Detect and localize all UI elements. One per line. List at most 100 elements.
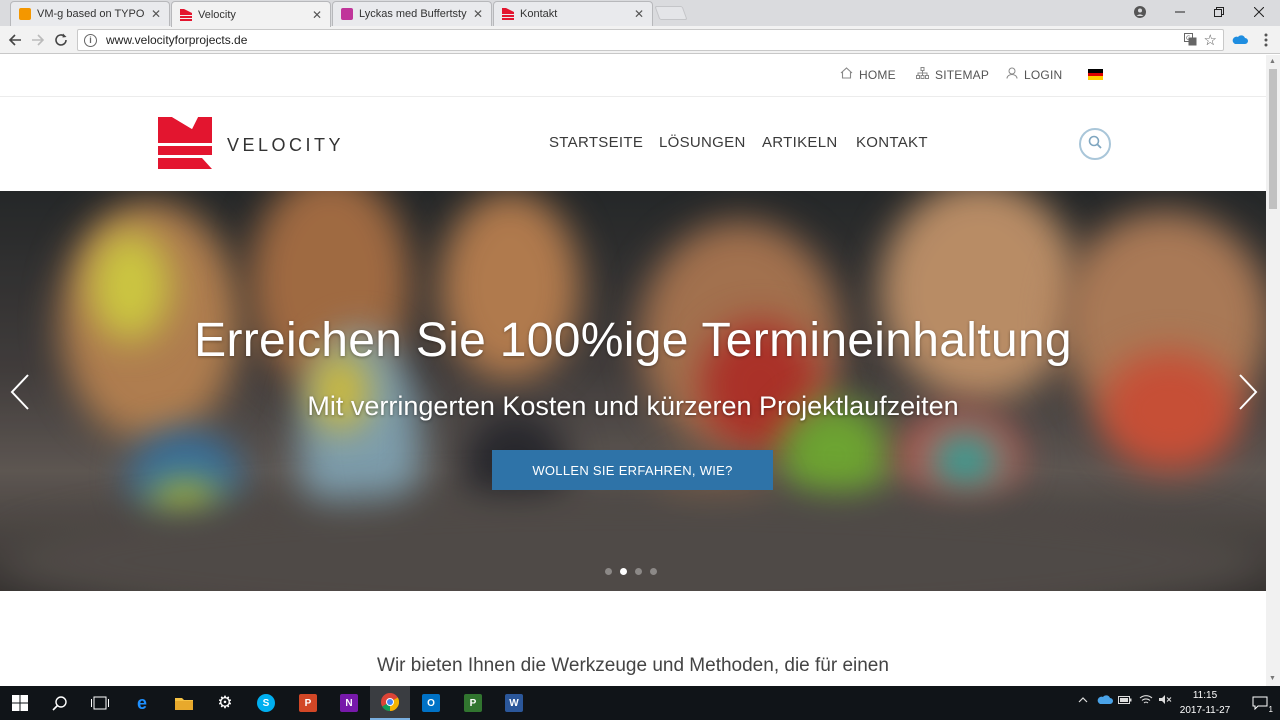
slider-dot[interactable]	[650, 568, 657, 575]
tab-kontakt[interactable]: Kontakt ✕	[493, 1, 653, 26]
tab-title: Kontakt	[520, 8, 558, 20]
tray-chevron-icon[interactable]	[1078, 694, 1088, 708]
site-header: VELOCITY STARTSEITE LÖSUNGEN ARTIKELN KO…	[0, 98, 1266, 191]
battery-icon[interactable]	[1118, 694, 1132, 708]
nav-startseite[interactable]: STARTSEITE	[549, 134, 643, 151]
tab-title: Lyckas med Buffertstyrnin	[359, 8, 467, 20]
settings-app[interactable]: ⚙	[205, 686, 245, 720]
chrome-menu-icon[interactable]	[1256, 30, 1276, 50]
file-explorer-app[interactable]	[164, 686, 204, 720]
close-tab-icon[interactable]: ✕	[634, 7, 644, 21]
scroll-down-icon[interactable]: ▼	[1269, 675, 1276, 682]
onedrive-icon[interactable]	[1097, 694, 1113, 708]
close-window-button[interactable]	[1240, 0, 1278, 24]
german-flag-icon[interactable]	[1088, 69, 1103, 81]
tab-lyckas[interactable]: Lyckas med Buffertstyrnin ✕	[332, 1, 492, 26]
restore-button[interactable]	[1200, 0, 1238, 24]
wifi-icon[interactable]	[1139, 694, 1153, 708]
slider-prev-arrow-icon[interactable]	[8, 371, 32, 413]
slider-dot[interactable]	[635, 568, 642, 575]
profile-icon[interactable]	[1121, 0, 1159, 24]
folder-icon	[175, 698, 193, 710]
url-text: www.velocityforprojects.de	[106, 33, 248, 47]
tab-title: Velocity	[198, 8, 236, 21]
task-view-icon	[91, 696, 109, 710]
search-taskbar-button[interactable]	[40, 686, 80, 720]
nav-artikeln[interactable]: ARTIKELN	[762, 134, 837, 151]
tab-velocity[interactable]: Velocity ✕	[171, 1, 331, 27]
skype-icon: S	[257, 694, 275, 712]
home-link-label: HOME	[859, 67, 896, 82]
info-icon[interactable]: i	[84, 33, 97, 47]
edge-icon: e	[136, 692, 147, 713]
notification-count-badge: 1	[1268, 705, 1273, 714]
address-bar[interactable]: i www.velocityforprojects.de G ☆	[77, 29, 1224, 51]
login-link[interactable]: LOGIN	[1006, 67, 1062, 82]
scroll-up-icon[interactable]: ▲	[1269, 58, 1276, 65]
sitemap-link-label: SITEMAP	[935, 67, 990, 82]
skype-app[interactable]: S	[246, 686, 286, 720]
page-viewport: HOME SITEMAP LOGIN VELOCITY STARTSEITE L…	[0, 55, 1266, 686]
clock-date: 2017-11-27	[1179, 705, 1231, 716]
hero-subtitle: Mit verringerten Kosten und kürzeren Pro…	[307, 391, 959, 421]
hero-cta-button[interactable]: WOLLEN SIE ERFAHREN, WIE?	[492, 450, 773, 490]
powerpoint-app[interactable]: P	[288, 686, 328, 720]
scrollbar-thumb[interactable]	[1269, 69, 1277, 209]
onenote-icon: N	[340, 694, 358, 712]
chrome-app[interactable]	[370, 686, 410, 720]
outlook-icon: O	[422, 694, 440, 712]
home-link[interactable]: HOME	[840, 67, 896, 82]
home-icon	[840, 67, 853, 82]
slider-dot[interactable]	[605, 568, 612, 575]
system-clock[interactable]: 11:15 2017-11-27	[1172, 688, 1238, 718]
sitemap-icon	[916, 67, 929, 82]
velocity-logo[interactable]	[158, 117, 212, 169]
svg-text:G: G	[1186, 35, 1191, 42]
translate-icon[interactable]: G	[1184, 33, 1197, 49]
brand-name[interactable]: VELOCITY	[227, 135, 344, 156]
action-center-button[interactable]: 1	[1240, 686, 1280, 720]
search-button[interactable]	[1079, 128, 1111, 160]
nav-loesungen[interactable]: LÖSUNGEN	[659, 134, 746, 151]
tab-vm-g[interactable]: VM-g based on TYPO3 t ✕	[10, 1, 170, 26]
close-tab-icon[interactable]: ✕	[312, 8, 322, 22]
slider-next-arrow-icon[interactable]	[1236, 371, 1260, 413]
onenote-app[interactable]: N	[329, 686, 369, 720]
hero-slider: Erreichen Sie 100%ige Termineinhaltung M…	[0, 191, 1266, 591]
velocity-icon	[502, 8, 514, 20]
outlook-app[interactable]: O	[411, 686, 451, 720]
new-tab-button[interactable]	[654, 6, 688, 20]
back-button[interactable]	[5, 30, 25, 50]
nav-kontakt[interactable]: KONTAKT	[856, 134, 928, 151]
minimize-button[interactable]	[1161, 0, 1199, 24]
word-app[interactable]: W	[494, 686, 534, 720]
reload-button[interactable]	[51, 30, 71, 50]
typo3-icon	[19, 8, 31, 20]
close-tab-icon[interactable]: ✕	[151, 7, 161, 21]
browser-tabstrip: VM-g based on TYPO3 t ✕ Velocity ✕ Lycka…	[0, 0, 1280, 27]
sitemap-link[interactable]: SITEMAP	[916, 67, 989, 82]
slider-pagination	[605, 568, 657, 575]
search-icon	[52, 696, 67, 711]
page-scrollbar[interactable]: ▲ ▼	[1266, 55, 1280, 686]
edge-app[interactable]: e	[122, 686, 162, 720]
pink-app-icon	[341, 8, 353, 20]
velocity-icon	[180, 8, 192, 21]
powerpoint-icon: P	[299, 694, 317, 712]
login-link-label: LOGIN	[1024, 67, 1063, 82]
task-view-button[interactable]	[80, 686, 120, 720]
slider-dot[interactable]	[620, 568, 627, 575]
start-button[interactable]	[0, 686, 40, 720]
project-icon: P	[464, 694, 482, 712]
forward-button[interactable]	[28, 30, 48, 50]
tab-title: VM-g based on TYPO3 t	[37, 8, 145, 20]
hero-title: Erreichen Sie 100%ige Termineinhaltung	[194, 314, 1072, 367]
project-app[interactable]: P	[453, 686, 493, 720]
onedrive-extension-icon[interactable]	[1230, 30, 1250, 50]
close-tab-icon[interactable]: ✕	[473, 7, 483, 21]
volume-muted-icon[interactable]	[1158, 694, 1172, 708]
notification-icon	[1252, 696, 1268, 710]
search-icon	[1088, 135, 1102, 154]
chrome-icon	[381, 693, 399, 711]
bookmark-star-icon[interactable]: ☆	[1204, 31, 1217, 49]
